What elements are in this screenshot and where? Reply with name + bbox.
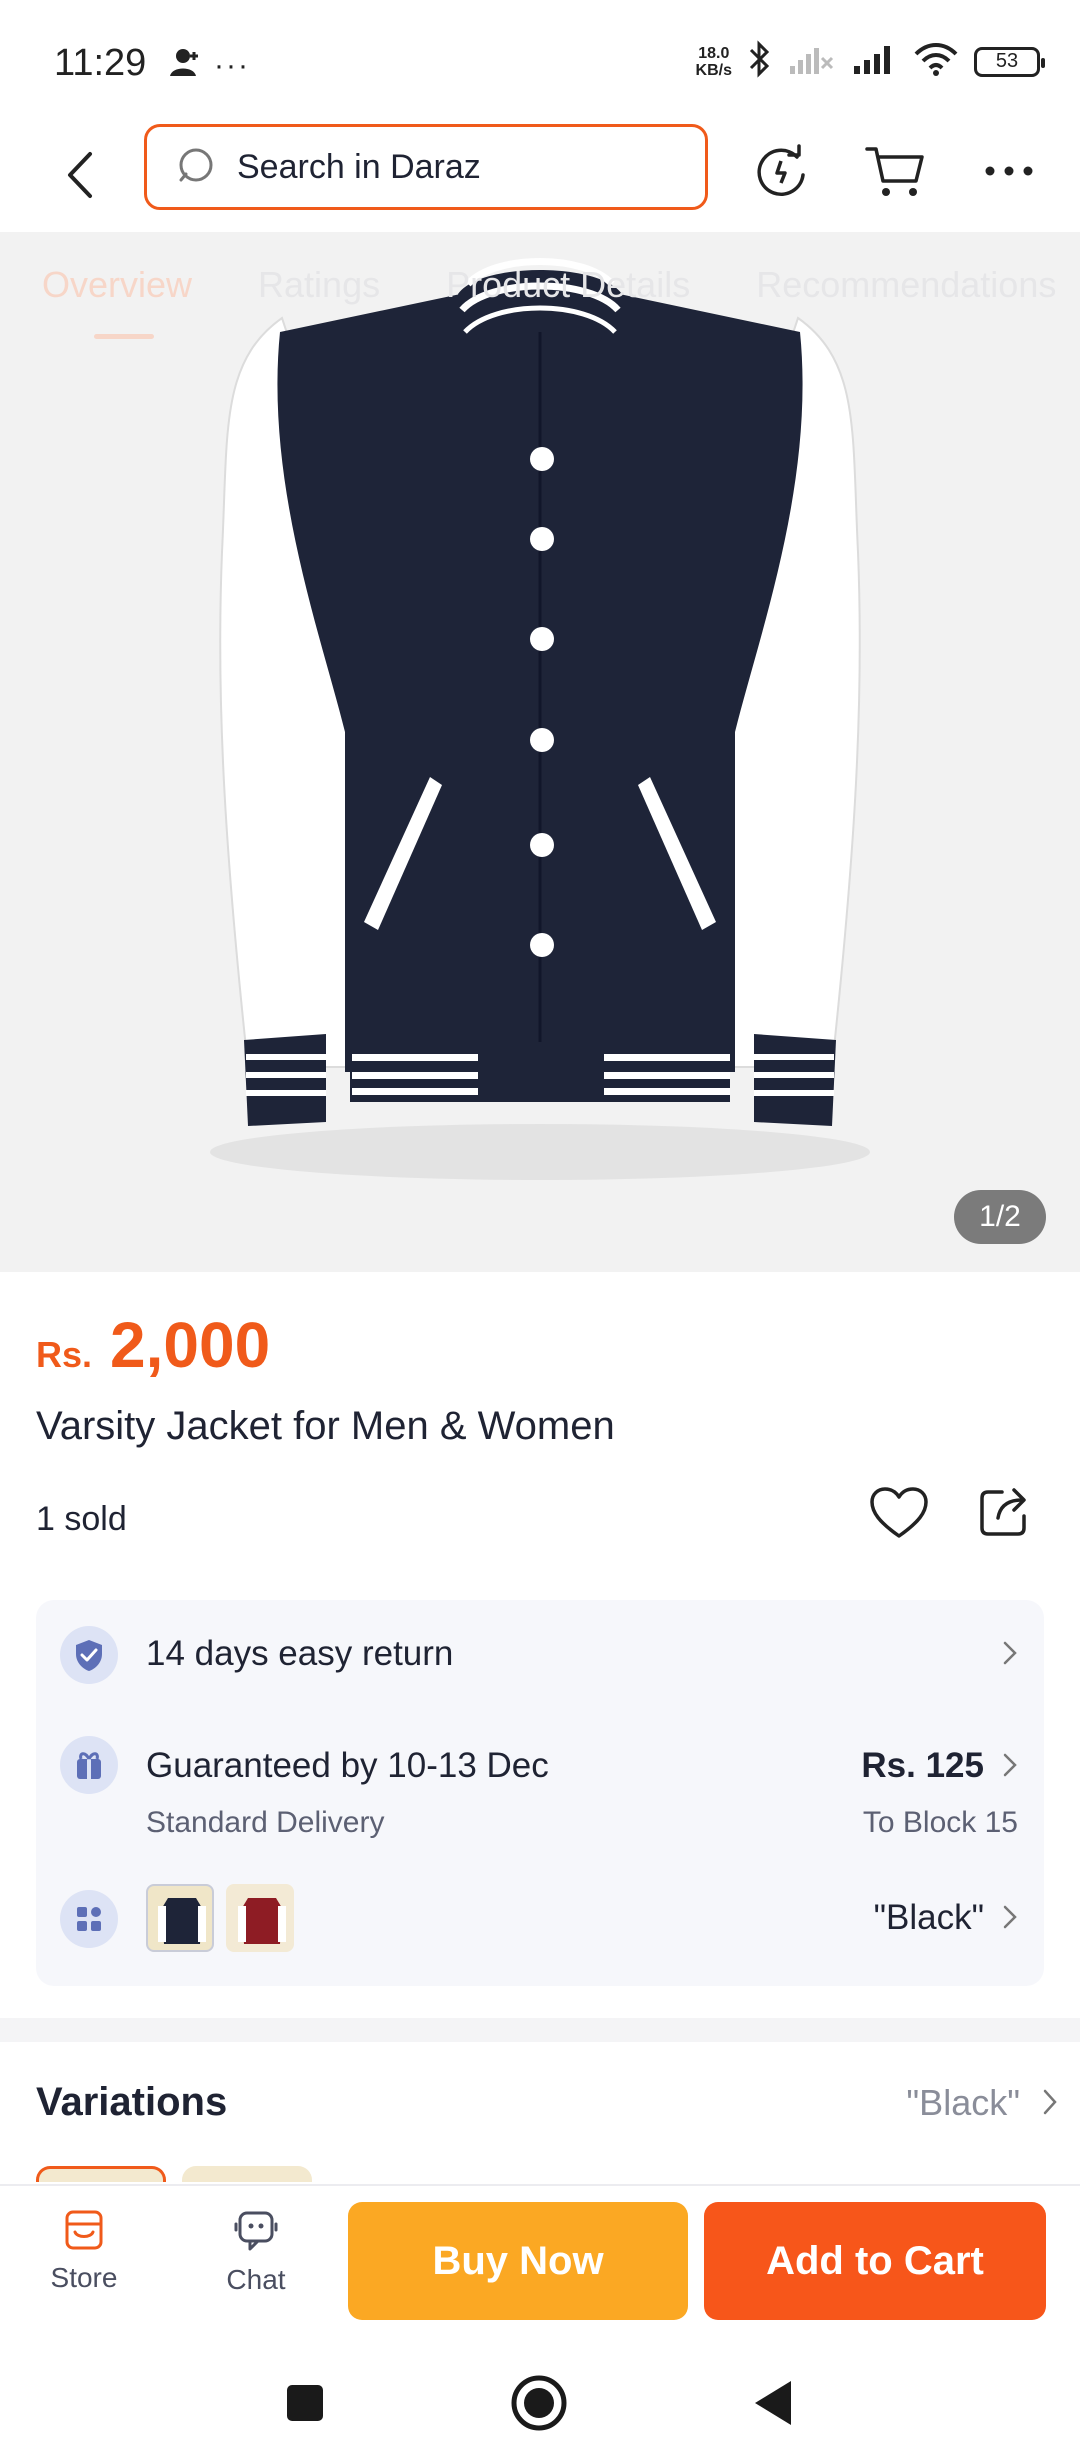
net-speed-value: 18.0 — [698, 44, 730, 62]
store-label: Store — [50, 2262, 118, 2293]
product-info: Rs. 2,000 Varsity Jacket for Men & Women… — [0, 1272, 1080, 2018]
wishlist-button[interactable] — [866, 1480, 932, 1546]
system-navigation-bar — [0, 2344, 1080, 2460]
chevron-right-icon — [1002, 1640, 1018, 1666]
square-icon — [287, 2385, 323, 2421]
delivery-title: Guaranteed by 10-13 Dec — [146, 1746, 549, 1785]
delivery-type: Standard Delivery — [146, 1806, 385, 1839]
status-left-icons: ··· — [168, 46, 250, 85]
price-value: 2,000 — [110, 1309, 271, 1381]
home-button[interactable] — [504, 2368, 574, 2438]
bluetooth-icon — [748, 40, 772, 83]
net-speed: 18.0 KB/s — [696, 45, 732, 79]
delivery-row[interactable]: Guaranteed by 10-13 Dec Standard Deliver… — [36, 1710, 1044, 1860]
status-right: 18.0 KB/s 53 — [696, 40, 1045, 83]
delivery-location: To Block 15 — [862, 1806, 1018, 1839]
net-speed-unit: KB/s — [695, 61, 732, 79]
store-button[interactable]: Store — [24, 2208, 144, 2318]
battery-icon: 53 — [974, 46, 1045, 77]
chevron-right-icon — [1002, 1904, 1018, 1930]
variations-selected: "Black" — [906, 2082, 1020, 2123]
tab-ratings[interactable]: Ratings — [258, 232, 380, 306]
status-time: 11:29 — [54, 42, 147, 84]
back-button[interactable] — [50, 140, 110, 210]
heart-icon — [870, 1487, 928, 1538]
variations-section[interactable]: Variations "Black" — [0, 2042, 1080, 2182]
more-options-button[interactable] — [974, 136, 1044, 206]
product-section-tabs: Overview Ratings Product Details Recomme… — [0, 232, 1080, 342]
status-bar: 11:29 ··· 18.0 KB/s 53 — [0, 0, 1080, 120]
tab-overview[interactable]: Overview — [42, 232, 192, 339]
cart-icon — [865, 147, 924, 196]
history-icon — [757, 144, 805, 196]
top-header: Search in Daraz — [0, 120, 1080, 232]
add-to-cart-button[interactable]: Add to Cart — [704, 2202, 1046, 2320]
section-divider — [0, 2018, 1080, 2042]
chevron-right-icon — [1002, 1752, 1018, 1778]
back-nav-button[interactable] — [738, 2368, 808, 2438]
variation-option-black[interactable] — [36, 2166, 166, 2182]
delivery-fee: Rs. 125 — [861, 1746, 984, 1785]
share-button[interactable] — [972, 1478, 1038, 1544]
product-title: Varsity Jacket for Men & Women — [36, 1404, 615, 1448]
variation-option-maroon[interactable] — [182, 2166, 312, 2182]
variant-thumb-black[interactable] — [146, 1884, 214, 1952]
variations-title: Variations — [36, 2080, 228, 2124]
cart-button[interactable] — [860, 136, 930, 206]
tab-recommendations[interactable]: Recommendations — [756, 232, 1056, 306]
buy-now-button[interactable]: Buy Now — [348, 2202, 688, 2320]
product-gallery[interactable]: 1/2 — [0, 232, 1080, 1272]
signal-weak-icon — [788, 42, 836, 81]
recents-button[interactable] — [270, 2368, 340, 2438]
status-more-icon: ··· — [214, 48, 250, 82]
service-card: 14 days easy return Guaranteed by 10-13 … — [36, 1600, 1044, 1986]
search-input[interactable]: Search in Daraz — [144, 124, 708, 210]
sold-count: 1 sold — [36, 1500, 127, 1538]
tab-product-details[interactable]: Product Details — [446, 232, 690, 306]
history-button[interactable] — [746, 136, 816, 206]
share-icon — [980, 1488, 1026, 1536]
variant-row[interactable]: "Black" — [36, 1864, 1044, 1974]
wifi-icon — [914, 42, 958, 81]
bottom-action-bar: Store Chat Buy Now Add to Cart — [0, 2184, 1080, 2344]
chat-label: Chat — [226, 2264, 286, 2295]
search-icon — [177, 146, 219, 188]
home-circle-icon — [511, 2375, 567, 2431]
product-image-varsity-jacket — [210, 258, 870, 1180]
chat-button[interactable]: Chat — [196, 2208, 316, 2318]
search-placeholder: Search in Daraz — [237, 147, 481, 186]
price-currency: Rs. — [36, 1334, 93, 1375]
signal-icon — [852, 42, 898, 81]
triangle-back-icon — [755, 2381, 791, 2425]
returns-row[interactable]: 14 days easy return — [36, 1600, 1044, 1710]
variant-thumb-maroon[interactable] — [226, 1884, 294, 1952]
store-icon — [65, 2210, 103, 2250]
image-page-indicator: 1/2 — [954, 1190, 1046, 1244]
more-dots-icon — [985, 166, 1033, 176]
account-notification-icon — [168, 46, 202, 85]
selected-variant: "Black" — [873, 1898, 984, 1937]
price: Rs. 2,000 — [36, 1308, 270, 1382]
back-arrow-icon — [68, 152, 92, 198]
chat-icon — [234, 2211, 278, 2251]
returns-text: 14 days easy return — [146, 1634, 454, 1673]
shield-check-icon — [60, 1626, 118, 1684]
gift-box-icon — [60, 1736, 118, 1794]
grid-apps-icon — [60, 1890, 118, 1948]
chevron-right-icon — [1042, 2088, 1058, 2116]
